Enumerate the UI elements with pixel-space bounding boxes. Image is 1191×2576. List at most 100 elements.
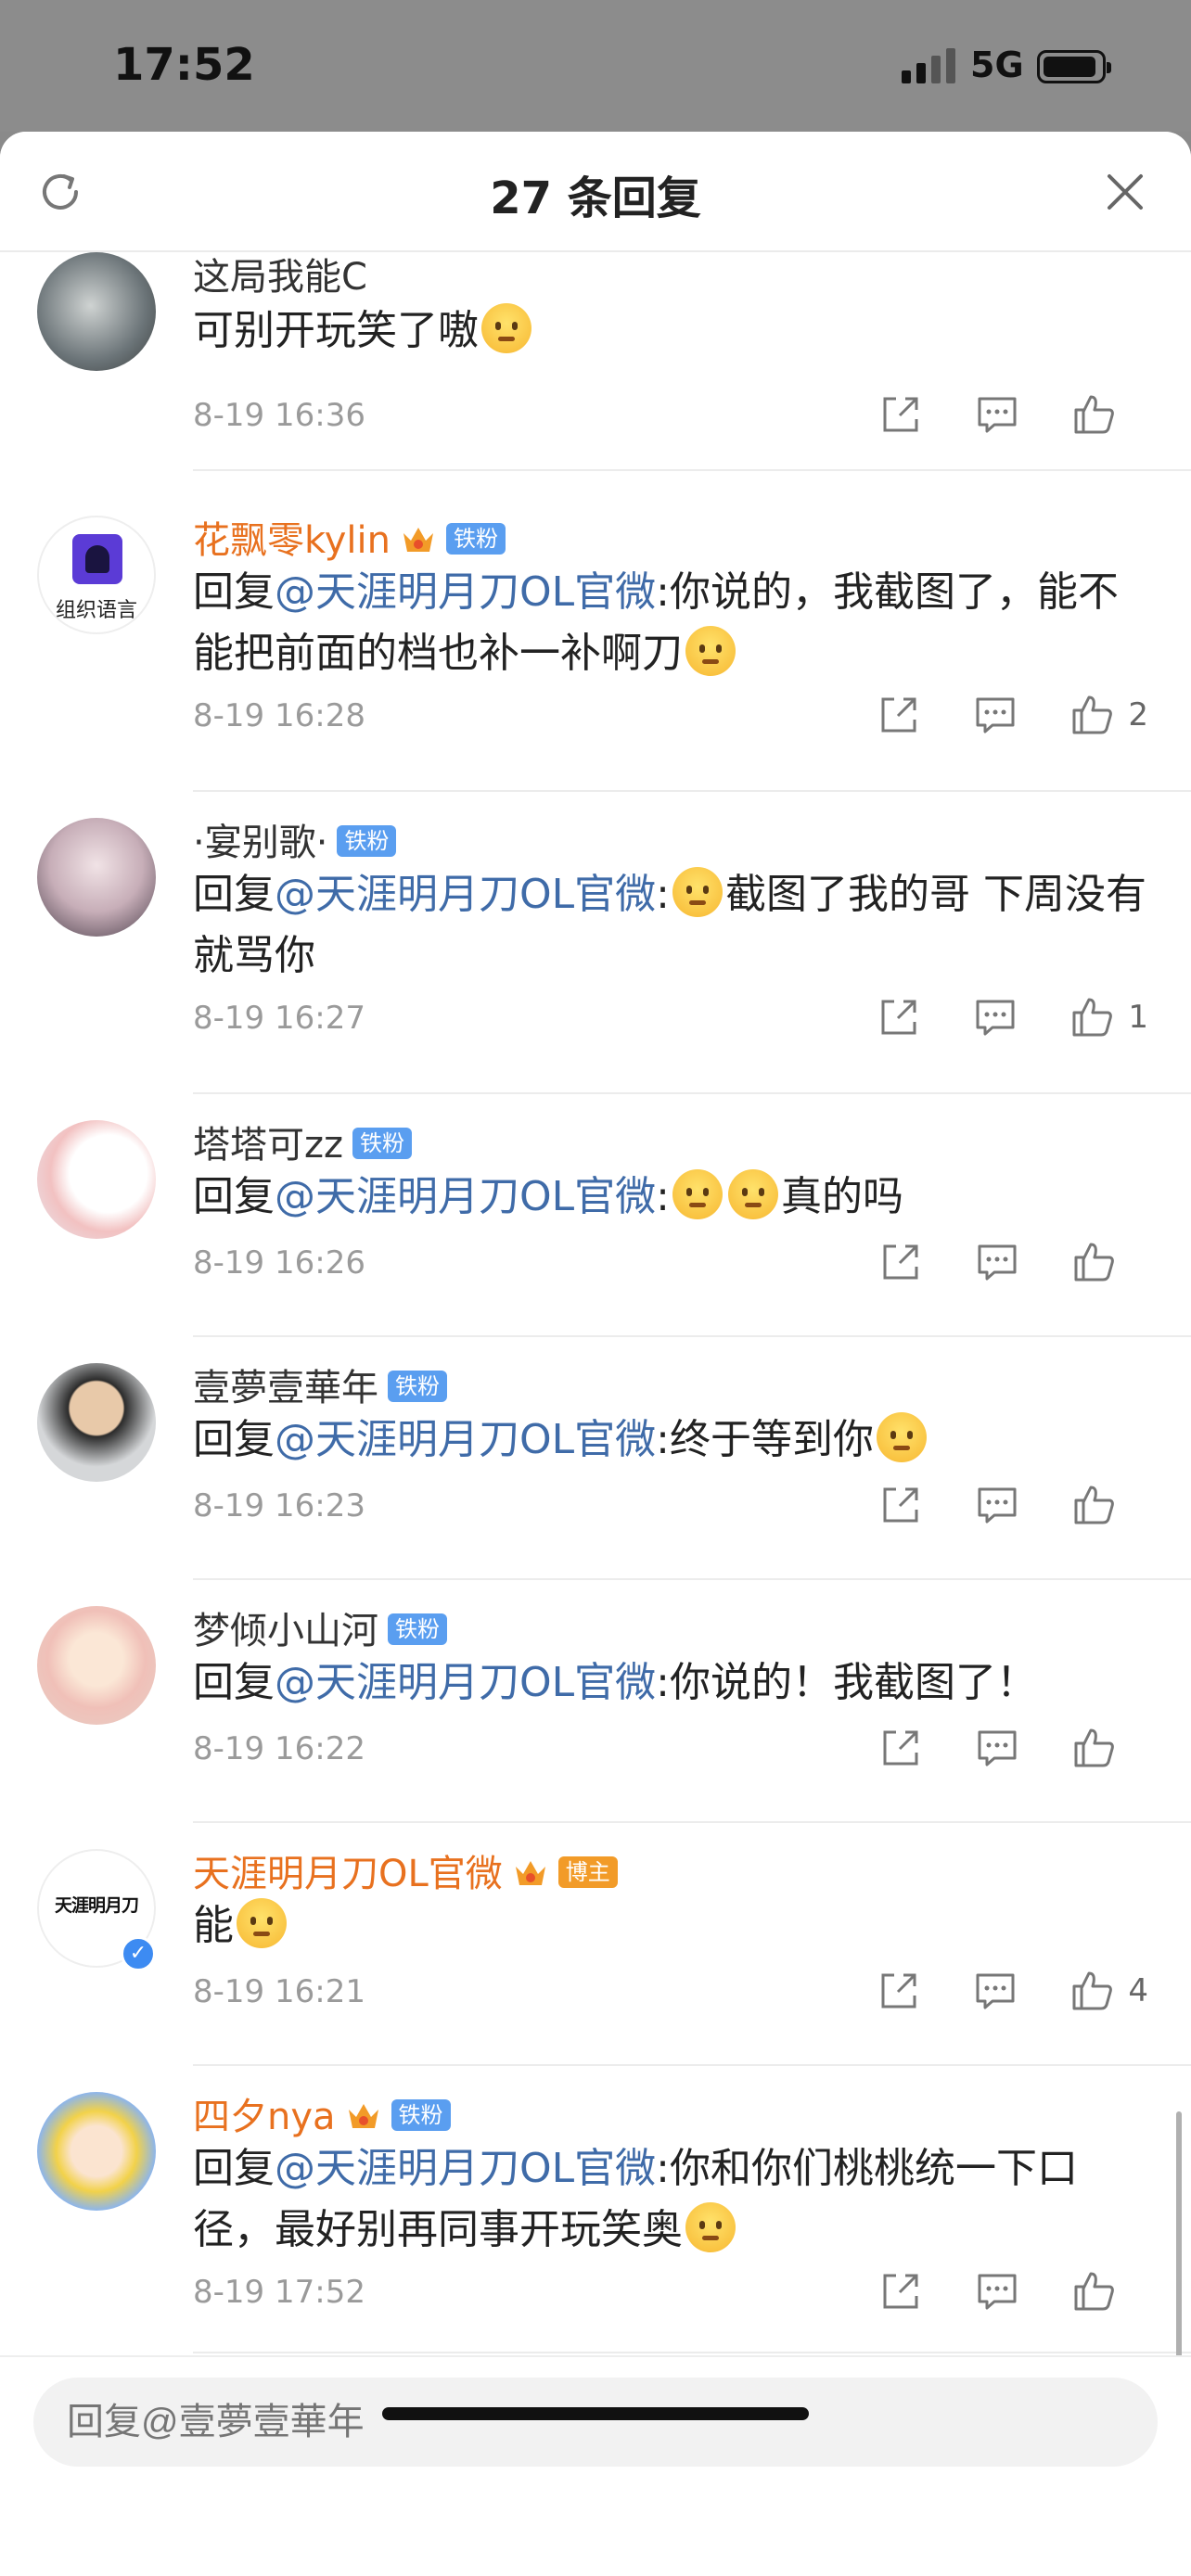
like-count: 4 (1128, 1972, 1148, 2009)
comment-text: 回复@天涯明月刀OL官微:你说的，我截图了，能不能把前面的档也补一补啊刀 (193, 562, 1158, 684)
avatar[interactable] (37, 1120, 156, 1239)
comment-icon[interactable] (974, 1482, 1020, 1528)
comment-username[interactable]: ·宴别歌· 铁粉 (193, 812, 397, 866)
comment-actions: 2 (826, 692, 1148, 738)
emoji-icon (876, 1412, 927, 1462)
comment-text-main: :终于等到你 (656, 1416, 874, 1463)
comment-icon[interactable] (974, 1725, 1020, 1771)
scrollbar[interactable] (1176, 2111, 1182, 2355)
mention-link[interactable]: @天涯明月刀OL官微 (275, 568, 656, 616)
signal-icon (902, 48, 955, 83)
like-icon[interactable] (1070, 2268, 1117, 2315)
status-time: 17:52 (113, 39, 255, 91)
comment-time: 8-19 16:26 (193, 1244, 365, 1282)
comment-time: 8-19 16:21 (193, 1973, 365, 2010)
comment-icon[interactable] (972, 692, 1018, 738)
comment-text-main: 能 (193, 1902, 234, 1949)
like-icon[interactable] (1070, 391, 1117, 438)
username-text: 壹夢壹華年 (193, 1367, 378, 1409)
status-bar: 17:52 5G (0, 0, 1191, 132)
comment-icon[interactable] (974, 1239, 1020, 1285)
comment-list[interactable]: 这局我能C 可别开玩笑了嗷 8-19 16:36 组织语言 花飘零kylin 铁粉 (0, 252, 1191, 2355)
comment-time: 8-19 16:36 (193, 397, 365, 434)
comment-text-main: 真的吗 (780, 1173, 903, 1220)
comment-icon[interactable] (974, 391, 1020, 438)
reply-input[interactable] (33, 2378, 1158, 2467)
like-icon[interactable] (1070, 1482, 1117, 1528)
share-icon[interactable] (877, 1725, 924, 1771)
comment-username[interactable]: 这局我能C (193, 252, 367, 300)
comment-username[interactable]: 梦倾小山河 铁粉 (193, 1600, 447, 1654)
divider (193, 1821, 1191, 1823)
share-icon[interactable] (876, 1968, 922, 2014)
username-text: 梦倾小山河 (193, 1610, 378, 1652)
comment-icon[interactable] (972, 1968, 1018, 2014)
username-text: 塔塔可zz (193, 1124, 343, 1167)
comment-time: 8-19 17:52 (193, 2274, 365, 2311)
comment-text-main: :你说的！我截图了！ (656, 1659, 1037, 1706)
reply-prefix: 回复 (193, 2145, 275, 2192)
comment-actions (827, 1239, 1148, 1285)
avatar-caption: 组织语言 (55, 599, 137, 622)
sheet-header: 27 条回复 (0, 132, 1191, 252)
comment-text: 回复@天涯明月刀OL官微:你说的！我截图了！ (193, 1652, 1158, 1714)
comment-username[interactable]: 塔塔可zz 铁粉 (193, 1115, 412, 1168)
fan-badge: 铁粉 (337, 825, 397, 857)
like-icon[interactable] (1069, 1968, 1115, 2014)
share-icon[interactable] (877, 391, 924, 438)
comment-actions (827, 1725, 1148, 1771)
divider (193, 2064, 1191, 2066)
mention-link[interactable]: @天涯明月刀OL官微 (275, 1416, 656, 1463)
emoji-icon (685, 626, 736, 676)
share-icon[interactable] (877, 2268, 924, 2315)
comment-text: 可别开玩笑了嗷 (193, 300, 1158, 362)
comment-text: 回复@天涯明月刀OL官微: 真的吗 (193, 1167, 1158, 1228)
comment-icon[interactable] (974, 2268, 1020, 2315)
share-icon[interactable] (876, 994, 922, 1040)
comment-username[interactable]: 四夕nya 铁粉 (193, 2086, 451, 2140)
like-icon[interactable] (1069, 692, 1115, 738)
close-icon[interactable] (1100, 167, 1150, 217)
like-count: 1 (1128, 999, 1148, 1036)
network-label: 5G (970, 45, 1024, 85)
home-indicator[interactable] (382, 2407, 809, 2420)
avatar[interactable] (37, 2092, 156, 2211)
like-icon[interactable] (1070, 1725, 1117, 1771)
comment-text-colon: : (656, 871, 670, 918)
emoji-icon (672, 867, 723, 917)
comment-username[interactable]: 壹夢壹華年 铁粉 (193, 1358, 447, 1411)
battery-icon (1037, 50, 1111, 83)
crown-icon (515, 1861, 545, 1885)
reply-prefix: 回复 (193, 568, 275, 616)
comment-actions (827, 2268, 1148, 2315)
share-icon[interactable] (876, 692, 922, 738)
comment-text: 回复@天涯明月刀OL官微:终于等到你 (193, 1409, 1158, 1471)
avatar[interactable] (37, 1363, 156, 1482)
mention-link[interactable]: @天涯明月刀OL官微 (275, 871, 656, 918)
mention-link[interactable]: @天涯明月刀OL官微 (275, 1173, 656, 1220)
avatar[interactable] (37, 252, 156, 371)
avatar[interactable] (37, 1606, 156, 1725)
comment-text: 回复@天涯明月刀OL官微: 截图了我的哥 下周没有就骂你 (193, 864, 1158, 987)
divider (193, 790, 1191, 792)
comment-icon[interactable] (972, 994, 1018, 1040)
avatar[interactable]: 组织语言 (37, 516, 156, 634)
comment-username[interactable]: 花飘零kylin 铁粉 (193, 510, 506, 564)
comment-username[interactable]: 天涯明月刀OL官微 博主 (193, 1843, 618, 1897)
comment-time: 8-19 16:27 (193, 1000, 365, 1037)
emoji-icon (672, 1169, 723, 1219)
share-icon[interactable] (877, 1239, 924, 1285)
username-text: ·宴别歌· (193, 822, 328, 864)
crown-icon (348, 2104, 378, 2128)
share-icon[interactable] (877, 1482, 924, 1528)
mention-link[interactable]: @天涯明月刀OL官微 (275, 1659, 656, 1706)
like-icon[interactable] (1069, 994, 1115, 1040)
like-icon[interactable] (1070, 1239, 1117, 1285)
comment-time: 8-19 16:22 (193, 1730, 365, 1767)
avatar[interactable] (37, 818, 156, 937)
comment-time: 8-19 16:23 (193, 1487, 365, 1524)
emoji-icon (727, 1169, 778, 1219)
mention-link[interactable]: @天涯明月刀OL官微 (275, 2145, 656, 2192)
divider (193, 1092, 1191, 1094)
reply-bar (0, 2355, 1191, 2576)
